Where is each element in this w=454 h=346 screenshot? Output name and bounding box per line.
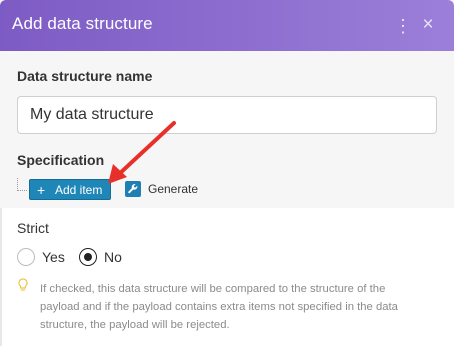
section-divider — [0, 208, 2, 346]
generate-link[interactable]: Generate — [148, 182, 198, 196]
strict-help-text: If checked, this data structure will be … — [40, 283, 398, 331]
strict-no-radio[interactable] — [79, 248, 97, 266]
dialog-title: Add data structure — [12, 14, 153, 33]
specification-label: Specification — [17, 152, 105, 168]
lightbulb-icon — [17, 278, 29, 292]
strict-yes-label[interactable]: Yes — [42, 249, 65, 265]
radio-selected-dot — [84, 253, 92, 261]
strict-no-label[interactable]: No — [104, 249, 122, 265]
strict-yes-radio[interactable] — [17, 248, 35, 266]
dialog-header: Add data structure ⋮ × — [0, 0, 454, 51]
add-data-structure-dialog: Add data structure ⋮ × Data structure na… — [0, 0, 454, 346]
close-icon[interactable]: × — [418, 14, 438, 36]
data-structure-name-input[interactable] — [17, 96, 437, 134]
add-item-label: Add item — [55, 183, 103, 197]
tree-connector — [17, 178, 27, 191]
data-structure-name-label: Data structure name — [17, 68, 153, 84]
plus-icon: + — [37, 182, 46, 198]
add-item-button[interactable]: + Add item — [29, 179, 111, 200]
wrench-icon[interactable] — [125, 181, 141, 197]
more-vertical-icon[interactable]: ⋮ — [394, 15, 412, 37]
strict-label: Strict — [17, 220, 49, 236]
